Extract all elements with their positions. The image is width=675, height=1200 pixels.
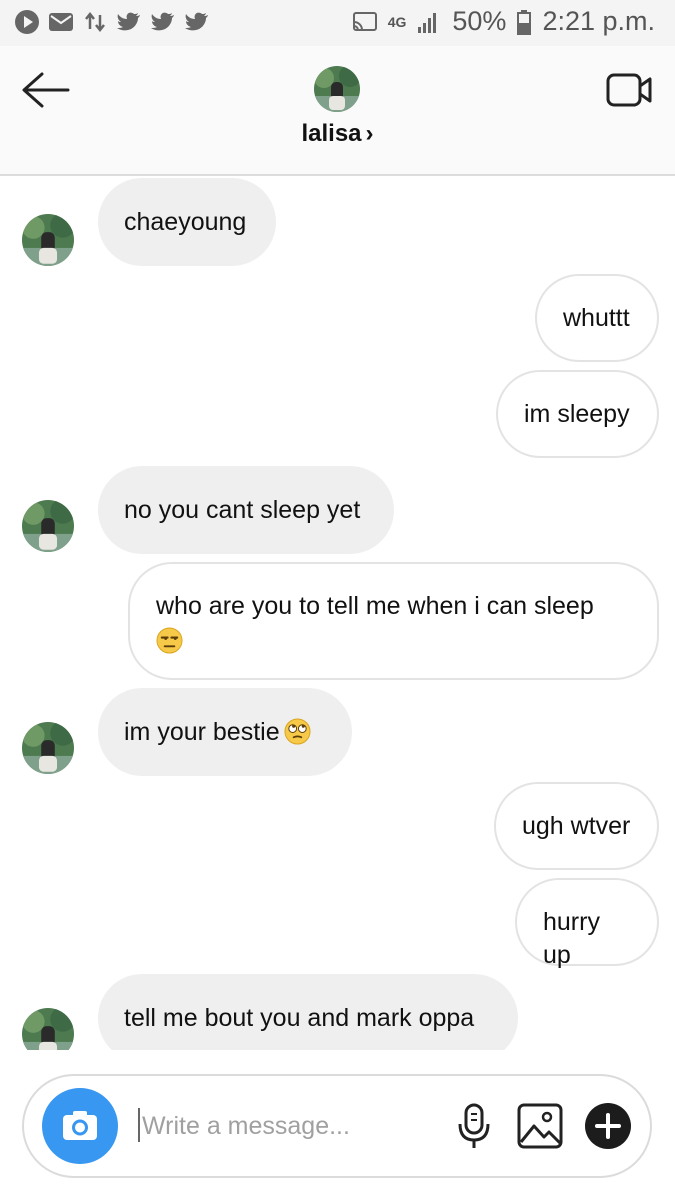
profile-photo: [22, 722, 74, 774]
twitter-icon: [117, 12, 140, 31]
message-bubble-outgoing[interactable]: hurry up: [515, 878, 659, 969]
avatar[interactable]: [22, 1008, 74, 1050]
network-type: 4G: [387, 13, 407, 30]
message-list[interactable]: chaeyoung whuttt im sleepy no you cant s…: [0, 176, 675, 1050]
message-bubble-outgoing[interactable]: im sleepy: [496, 370, 659, 458]
message-text: who are you to tell me when i can sleep: [156, 592, 594, 620]
profile-photo: [22, 214, 74, 266]
camera-icon: [63, 1111, 97, 1140]
battery-percent: 50%: [452, 6, 507, 36]
twitter-icon: [185, 12, 208, 31]
rolling-eyes-face-icon: [284, 718, 311, 745]
profile-photo: [22, 500, 74, 552]
twitter-icon: [151, 12, 174, 31]
message-text: chaeyoung: [124, 208, 247, 236]
avatar[interactable]: [22, 214, 74, 266]
battery-icon: [517, 9, 532, 35]
microphone-icon[interactable]: [454, 1102, 494, 1152]
plus-icon[interactable]: [584, 1102, 632, 1150]
avatar[interactable]: [314, 66, 360, 112]
message-text: im your bestie: [124, 718, 280, 746]
message-text: tell me bout you and mark oppa: [124, 1004, 475, 1032]
unamused-face-icon: [156, 627, 183, 654]
clock: 2:21 p.m.: [542, 6, 655, 36]
message-bubble-incoming[interactable]: chaeyoung: [98, 178, 276, 266]
status-bar: 4G 50% 2:21 p.m.: [0, 0, 675, 46]
chevron-right-icon: ›: [365, 120, 374, 147]
avatar[interactable]: [22, 500, 74, 552]
message-text: no you cant sleep yet: [124, 496, 361, 524]
contact-name-label: lalisa: [301, 120, 362, 147]
transfer-icon: [85, 11, 105, 33]
message-text: hurry up: [543, 908, 600, 969]
message-bubble-outgoing[interactable]: whuttt: [535, 274, 659, 362]
message-composer: [22, 1074, 652, 1178]
signal-icon: [418, 12, 437, 33]
message-text: whuttt: [563, 304, 630, 332]
message-text: im sleepy: [524, 400, 630, 428]
message-bubble-incoming[interactable]: im your bestie: [98, 688, 352, 776]
play-icon: [15, 10, 39, 34]
camera-button[interactable]: [42, 1088, 118, 1164]
image-gallery-icon[interactable]: [516, 1102, 564, 1150]
cast-icon: [352, 11, 377, 31]
profile-photo: [314, 66, 360, 112]
message-bubble-outgoing[interactable]: ugh wtver: [494, 782, 659, 870]
message-bubble-incoming[interactable]: tell me bout you and mark oppa: [98, 974, 518, 1050]
message-input[interactable]: [138, 1106, 442, 1146]
message-bubble-incoming[interactable]: no you cant sleep yet: [98, 466, 394, 554]
message-bubble-outgoing[interactable]: who are you to tell me when i can sleep: [128, 562, 659, 680]
video-camera-icon[interactable]: [604, 70, 656, 110]
message-text: ugh wtver: [522, 812, 631, 840]
mail-icon: [49, 13, 73, 31]
back-arrow-icon[interactable]: [20, 70, 72, 110]
avatar[interactable]: [22, 722, 74, 774]
profile-photo: [22, 1008, 74, 1050]
chat-header: lalisa ›: [0, 46, 675, 176]
contact-name[interactable]: lalisa ›: [0, 120, 675, 148]
